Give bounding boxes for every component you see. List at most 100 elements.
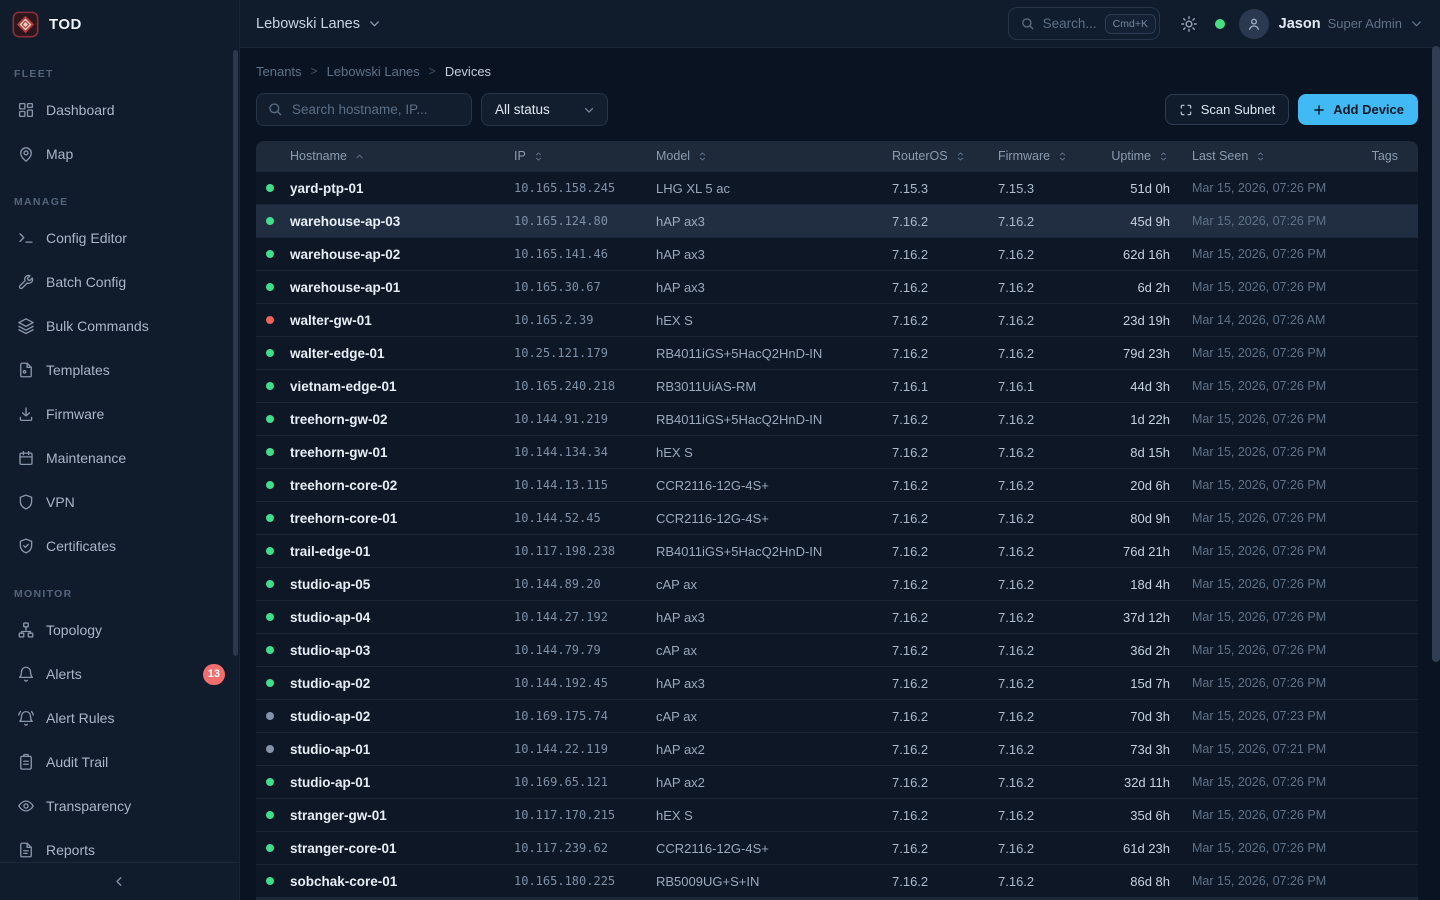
chevron-left-icon [112, 874, 127, 889]
status-filter-select[interactable]: All status [481, 93, 608, 126]
hostname-cell: studio-ap-04 [290, 610, 514, 625]
sidebar-item-alert-rules[interactable]: Alert Rules [0, 696, 239, 740]
sidebar-item-maintenance[interactable]: Maintenance [0, 436, 239, 480]
column-header-tags[interactable]: Tags [1368, 149, 1418, 163]
hostname-cell: sobchak-core-01 [290, 874, 514, 889]
breadcrumb-item-lebowski-lanes[interactable]: Lebowski Lanes [327, 64, 420, 79]
breadcrumb-item-tenants[interactable]: Tenants [256, 64, 302, 79]
sidebar-scrollbar[interactable] [233, 50, 238, 656]
sidebar-item-bulk-commands[interactable]: Bulk Commands [0, 304, 239, 348]
hostname-cell: trail-edge-01 [290, 544, 514, 559]
firmware-cell: 7.16.2 [998, 412, 1104, 427]
hostname-cell: treehorn-gw-02 [290, 412, 514, 427]
ip-cell: 10.144.13.115 [514, 478, 656, 492]
model-cell: CCR2116-12G-4S+ [656, 478, 892, 493]
breadcrumb-item-devices[interactable]: Devices [445, 64, 491, 79]
scan-subnet-button[interactable]: Scan Subnet [1165, 94, 1289, 125]
column-header-model[interactable]: Model [656, 149, 892, 163]
sidebar-item-certificates[interactable]: Certificates [0, 524, 239, 568]
table-row[interactable]: warehouse-ap-0310.165.124.80hAP ax37.16.… [256, 204, 1418, 237]
table-row[interactable]: treehorn-gw-0110.144.134.34hEX S7.16.27.… [256, 435, 1418, 468]
status-dot-online [266, 646, 274, 654]
chevron-down-icon [582, 103, 596, 117]
last-seen-cell: Mar 15, 2026, 07:26 PM [1192, 379, 1368, 393]
page-scrollbar[interactable] [1432, 46, 1440, 662]
table-row[interactable]: stranger-gw-0110.117.170.215hEX S7.16.27… [256, 798, 1418, 831]
table-row[interactable]: treehorn-core-0210.144.13.115CCR2116-12G… [256, 468, 1418, 501]
table-row[interactable]: warehouse-ap-0110.165.30.67hAP ax37.16.2… [256, 270, 1418, 303]
table-row[interactable]: trail-edge-0110.117.198.238RB4011iGS+5Ha… [256, 534, 1418, 567]
sidebar-collapse-button[interactable] [106, 870, 134, 894]
table-row[interactable]: walter-edge-0110.25.121.179RB4011iGS+5Ha… [256, 336, 1418, 369]
sidebar-item-topology[interactable]: Topology [0, 608, 239, 652]
table-row[interactable]: stranger-core-0110.117.239.62CCR2116-12G… [256, 831, 1418, 864]
sidebar-item-map[interactable]: Map [0, 132, 239, 176]
theme-toggle-sun-icon[interactable] [1180, 15, 1198, 33]
sidebar-item-config-editor[interactable]: Config Editor [0, 216, 239, 260]
table-row[interactable]: walter-gw-0110.165.2.39hEX S7.16.27.16.2… [256, 303, 1418, 336]
last-seen-cell: Mar 15, 2026, 07:26 PM [1192, 247, 1368, 261]
table-row[interactable]: studio-ap-0310.144.79.79cAP ax7.16.27.16… [256, 633, 1418, 666]
uptime-cell: 44d 3h [1104, 379, 1170, 394]
last-seen-cell: Mar 15, 2026, 07:26 PM [1192, 610, 1368, 624]
table-row[interactable]: studio-ap-0510.144.89.20cAP ax7.16.27.16… [256, 567, 1418, 600]
user-menu-chevron-icon[interactable] [1409, 16, 1424, 31]
table-row[interactable]: studio-ap-0410.144.27.192hAP ax37.16.27.… [256, 600, 1418, 633]
sidebar-item-transparency[interactable]: Transparency [0, 784, 239, 828]
column-header-last_seen[interactable]: Last Seen [1192, 149, 1368, 163]
ip-cell: 10.144.134.34 [514, 445, 656, 459]
sidebar-item-audit-trail[interactable]: Audit Trail [0, 740, 239, 784]
table-row[interactable]: studio-ap-0110.169.65.121hAP ax27.16.27.… [256, 765, 1418, 798]
sidebar-item-alerts[interactable]: Alerts13 [0, 652, 239, 696]
avatar[interactable] [1239, 9, 1269, 39]
sidebar-item-firmware[interactable]: Firmware [0, 392, 239, 436]
table-row[interactable]: vietnam-edge-0110.165.240.218RB3011UiAS-… [256, 369, 1418, 402]
last-seen-cell: Mar 15, 2026, 07:26 PM [1192, 643, 1368, 657]
sidebar-item-dashboard[interactable]: Dashboard [0, 88, 239, 132]
column-header-label: Uptime [1111, 149, 1151, 163]
global-search[interactable]: Search... Cmd+K [1008, 7, 1160, 40]
dashboard-icon [17, 101, 35, 119]
uptime-cell: 36d 2h [1104, 643, 1170, 658]
table-row[interactable]: studio-ap-0210.169.175.74cAP ax7.16.27.1… [256, 699, 1418, 732]
column-header-uptime[interactable]: Uptime [1104, 149, 1170, 163]
sidebar-item-reports[interactable]: Reports [0, 828, 239, 862]
clipboard-icon [17, 753, 35, 771]
hostname-cell: warehouse-ap-01 [290, 280, 514, 295]
tenant-selector[interactable]: Lebowski Lanes [256, 16, 382, 32]
content: Tenants>Lebowski Lanes>Devices All statu… [240, 48, 1440, 900]
table-row[interactable]: yard-ptp-0110.165.158.245LHG XL 5 ac7.15… [256, 171, 1418, 204]
sidebar-item-templates[interactable]: Templates [0, 348, 239, 392]
sidebar-item-label: Templates [46, 362, 110, 378]
status-dot-online [266, 844, 274, 852]
hostname-cell: yard-ptp-01 [290, 181, 514, 196]
app-logo[interactable]: TOD [0, 0, 239, 48]
add-device-button[interactable]: Add Device [1298, 94, 1418, 125]
hostname-cell: studio-ap-01 [290, 775, 514, 790]
model-cell: RB4011iGS+5HacQ2HnD-IN [656, 346, 892, 361]
status-dot-online [266, 349, 274, 357]
sidebar-item-batch-config[interactable]: Batch Config [0, 260, 239, 304]
user-name: Jason [1279, 16, 1321, 32]
column-header-label: Hostname [290, 149, 347, 163]
last-seen-cell: Mar 15, 2026, 07:21 PM [1192, 742, 1368, 756]
uptime-cell: 23d 19h [1104, 313, 1170, 328]
column-header-firmware[interactable]: Firmware [998, 149, 1104, 163]
column-header-routeros[interactable]: RouterOS [892, 149, 998, 163]
table-row[interactable]: studio-ap-0210.144.192.45hAP ax37.16.27.… [256, 666, 1418, 699]
column-header-label: Tags [1372, 149, 1398, 163]
table-row[interactable]: treehorn-core-0110.144.52.45CCR2116-12G-… [256, 501, 1418, 534]
status-cell [256, 613, 290, 621]
table-row[interactable]: sobchak-core-0110.165.180.225RB5009UG+S+… [256, 864, 1418, 897]
table-row[interactable]: treehorn-gw-0210.144.91.219RB4011iGS+5Ha… [256, 402, 1418, 435]
table-row[interactable]: warehouse-ap-0210.165.141.46hAP ax37.16.… [256, 237, 1418, 270]
column-header-hostname[interactable]: Hostname [290, 149, 514, 163]
uptime-cell: 20d 6h [1104, 478, 1170, 493]
devices-table: Hostname IPModelRouterOSFirmware Uptime Las… [256, 141, 1418, 900]
table-row[interactable]: studio-ap-0110.144.22.119hAP ax27.16.27.… [256, 732, 1418, 765]
device-search-input[interactable] [256, 93, 472, 126]
routeros-cell: 7.16.2 [892, 214, 998, 229]
column-header-ip[interactable]: IP [514, 149, 656, 163]
ip-cell: 10.117.170.215 [514, 808, 656, 822]
sidebar-item-vpn[interactable]: VPN [0, 480, 239, 524]
